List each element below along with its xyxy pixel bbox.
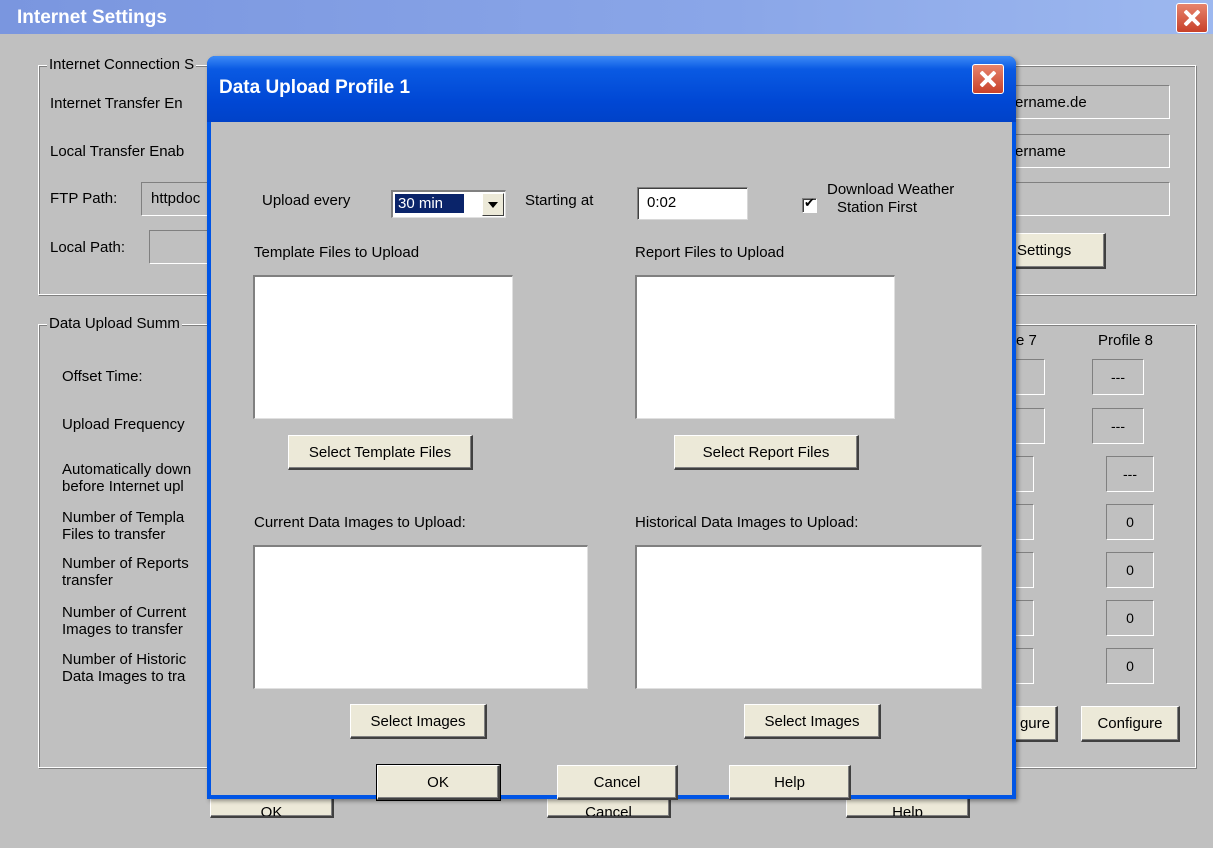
download-first-label-2: Station First [837, 199, 918, 216]
offset-time-label: Offset Time: [62, 368, 143, 385]
profile8-header: Profile 8 [1098, 332, 1154, 349]
ftp-password-field[interactable] [1010, 182, 1170, 216]
dialog-help-button[interactable]: Help [729, 765, 851, 800]
profile8-templates-value: 0 [1106, 504, 1154, 540]
dropdown-arrow-icon[interactable] [482, 193, 504, 216]
select-current-images-button[interactable]: Select Images [350, 704, 487, 739]
ftp-path-label: FTP Path: [50, 190, 118, 207]
ftp-user-field[interactable]: ername [1010, 134, 1170, 168]
dialog-title: Data Upload Profile 1 [219, 77, 411, 98]
profile8-current-value: 0 [1106, 600, 1154, 636]
profile8-configure-button[interactable]: Configure [1081, 706, 1180, 742]
num-historic-label-2: Data Images to tra [62, 668, 186, 685]
profile8-offset-value: --- [1092, 359, 1144, 395]
profile8-frequency-value: --- [1092, 408, 1144, 444]
dialog-titlebar[interactable]: Data Upload Profile 1 [207, 56, 1016, 122]
outer-close-icon[interactable] [1176, 3, 1208, 33]
profile8-historic-value: 0 [1106, 648, 1154, 684]
internet-connection-group-label: Internet Connection S [47, 56, 197, 73]
dialog-client-area: Upload every 30 min Starting at 0:02 Dow… [211, 122, 1012, 801]
local-path-label: Local Path: [50, 239, 126, 256]
auto-download-label-2: before Internet upl [62, 478, 184, 495]
num-templates-label-2: Files to transfer [62, 526, 166, 543]
profile8-reports-value: 0 [1106, 552, 1154, 588]
upload-every-selected: 30 min [395, 194, 464, 213]
ftp-host-value: ername.de [1015, 94, 1087, 111]
select-report-files-button[interactable]: Select Report Files [674, 435, 859, 470]
local-transfer-label: Local Transfer Enab [50, 143, 185, 160]
select-historical-images-button[interactable]: Select Images [744, 704, 881, 739]
current-images-list[interactable] [253, 545, 588, 689]
upload-every-label: Upload every [262, 192, 351, 209]
report-files-label: Report Files to Upload [635, 244, 785, 261]
num-current-label-1: Number of Current [62, 604, 187, 621]
starting-at-input[interactable]: 0:02 [637, 187, 748, 220]
ftp-host-field[interactable]: ername.de [1010, 85, 1170, 119]
starting-at-label: Starting at [525, 192, 594, 209]
template-files-label: Template Files to Upload [254, 244, 420, 261]
outer-titlebar[interactable]: Internet Settings [0, 0, 1213, 34]
ftp-path-value: httpdoc [151, 190, 201, 207]
auto-download-label-1: Automatically down [62, 461, 192, 478]
upload-every-dropdown[interactable]: 30 min [391, 190, 506, 218]
internet-transfer-label: Internet Transfer En [50, 95, 183, 112]
num-reports-label-1: Number of Reports [62, 555, 189, 572]
template-files-list[interactable] [253, 275, 513, 419]
num-historic-label-1: Number of Historic [62, 651, 187, 668]
num-templates-label-1: Number of Templa [62, 509, 185, 526]
ftp-user-value: ername [1015, 143, 1066, 160]
upload-frequency-label: Upload Frequency [62, 416, 185, 433]
historical-images-label: Historical Data Images to Upload: [635, 514, 859, 531]
profile8-auto-download-value: --- [1106, 456, 1154, 492]
data-upload-profile-dialog: Data Upload Profile 1 Upload every 30 mi… [207, 56, 1016, 801]
data-upload-summary-label: Data Upload Summ [47, 315, 182, 332]
historical-images-list[interactable] [635, 545, 982, 689]
report-files-list[interactable] [635, 275, 895, 419]
select-template-files-button[interactable]: Select Template Files [288, 435, 473, 470]
current-images-label: Current Data Images to Upload: [254, 514, 466, 531]
num-reports-label-2: transfer [62, 572, 113, 589]
dialog-ok-button[interactable]: OK [376, 764, 501, 801]
local-path-field[interactable] [149, 230, 213, 264]
download-first-checkbox[interactable] [802, 196, 817, 213]
dialog-cancel-button[interactable]: Cancel [557, 765, 678, 800]
outer-window-title: Internet Settings [17, 7, 167, 28]
ftp-path-field[interactable]: httpdoc [141, 182, 213, 216]
num-current-label-2: Images to transfer [62, 621, 183, 638]
download-first-label-1: Download Weather [827, 181, 955, 198]
dialog-close-icon[interactable] [972, 64, 1004, 94]
profile7-header: e 7 [1016, 332, 1037, 349]
starting-at-value: 0:02 [647, 194, 677, 211]
